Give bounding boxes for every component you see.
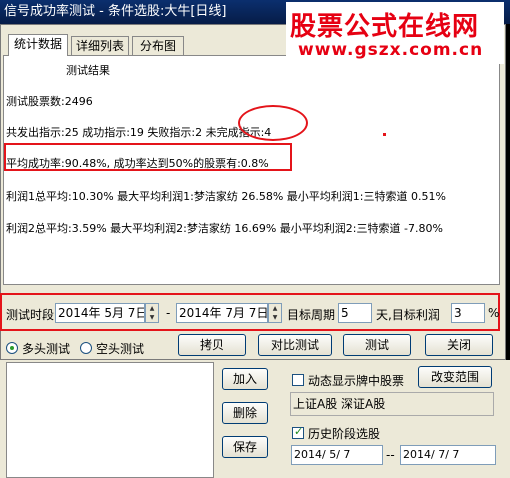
compare-test-button[interactable]: 对比测试 [258, 334, 332, 356]
short-test-radio[interactable] [80, 342, 92, 354]
dynamic-display-checkbox[interactable] [292, 374, 304, 386]
tab-statistics[interactable]: 统计数据 [8, 34, 68, 56]
watermark-url: www.gszx.com.cn [298, 40, 484, 60]
annotation-dot [383, 133, 386, 136]
watermark-title: 股票公式在线网 [290, 12, 480, 42]
percent-sign: % [488, 306, 500, 320]
history-end-date[interactable]: 2014/ 7/ 7 [400, 445, 496, 465]
results-heading: 测试结果 [66, 64, 110, 77]
date-range-dash: - [166, 306, 171, 320]
save-button[interactable]: 保存 [222, 436, 268, 458]
test-button[interactable]: 测试 [343, 334, 411, 356]
signals-text: 共发出指示:25 成功指示:19 失败指示:2 未完成指示:4 [6, 126, 272, 139]
target-period-label: 目标周期 [287, 308, 336, 322]
dynamic-display-label: 动态显示牌中股票 [308, 374, 405, 388]
profit2-text: 利润2总平均:3.59% 最大平均利润2:梦洁家纺 16.69% 最小平均利润2… [6, 222, 443, 235]
add-button[interactable]: 加入 [222, 368, 268, 390]
history-select-label: 历史阶段选股 [308, 427, 381, 441]
target-profit-label: 天,目标利润 [376, 308, 440, 322]
tab-distribution[interactable]: 分布图 [132, 36, 184, 56]
target-period-input[interactable]: 5 [338, 303, 372, 323]
history-select-checkbox[interactable] [292, 425, 304, 439]
history-date-separator: -- [386, 448, 395, 462]
stock-list-box[interactable] [6, 362, 214, 478]
long-test-label[interactable]: 多头测试 [22, 340, 70, 357]
delete-button[interactable]: 删除 [222, 402, 268, 424]
spin-up-icon[interactable]: ▲ [146, 304, 158, 313]
long-test-radio[interactable] [6, 342, 18, 354]
change-range-button[interactable]: 改变范围 [418, 366, 492, 388]
short-test-label[interactable]: 空头测试 [96, 340, 144, 357]
start-date-spinner[interactable]: ▲ ▼ [145, 303, 159, 323]
period-label: 测试时段 [6, 308, 55, 322]
annotation-oval-incomplete [238, 105, 308, 141]
tab-detail-list[interactable]: 详细列表 [71, 36, 129, 56]
end-date-picker[interactable]: 2014年 7月 7日 [176, 303, 268, 323]
close-button[interactable]: 关闭 [425, 334, 493, 356]
spin-down-icon[interactable]: ▼ [146, 313, 158, 322]
market-range-text: 上证A股 深证A股 [293, 397, 386, 411]
history-start-date[interactable]: 2014/ 5/ 7 [291, 445, 383, 465]
stock-count-text: 测试股票数:2496 [6, 95, 93, 108]
annotation-box-success-rate [4, 143, 292, 171]
spin-up-icon[interactable]: ▲ [269, 304, 281, 313]
profit1-text: 利润1总平均:10.30% 最大平均利润1:梦洁家纺 26.58% 最小平均利润… [6, 190, 446, 203]
copy-button[interactable]: 拷贝 [178, 334, 246, 356]
target-profit-input[interactable]: 3 [451, 303, 485, 323]
end-date-spinner[interactable]: ▲ ▼ [268, 303, 282, 323]
start-date-picker[interactable]: 2014年 5月 7日 [55, 303, 145, 323]
window-title: 信号成功率测试 - 条件选股:大牛[日线] [4, 4, 227, 19]
spin-down-icon[interactable]: ▼ [269, 313, 281, 322]
market-range-box: 上证A股 深证A股 [290, 392, 494, 416]
